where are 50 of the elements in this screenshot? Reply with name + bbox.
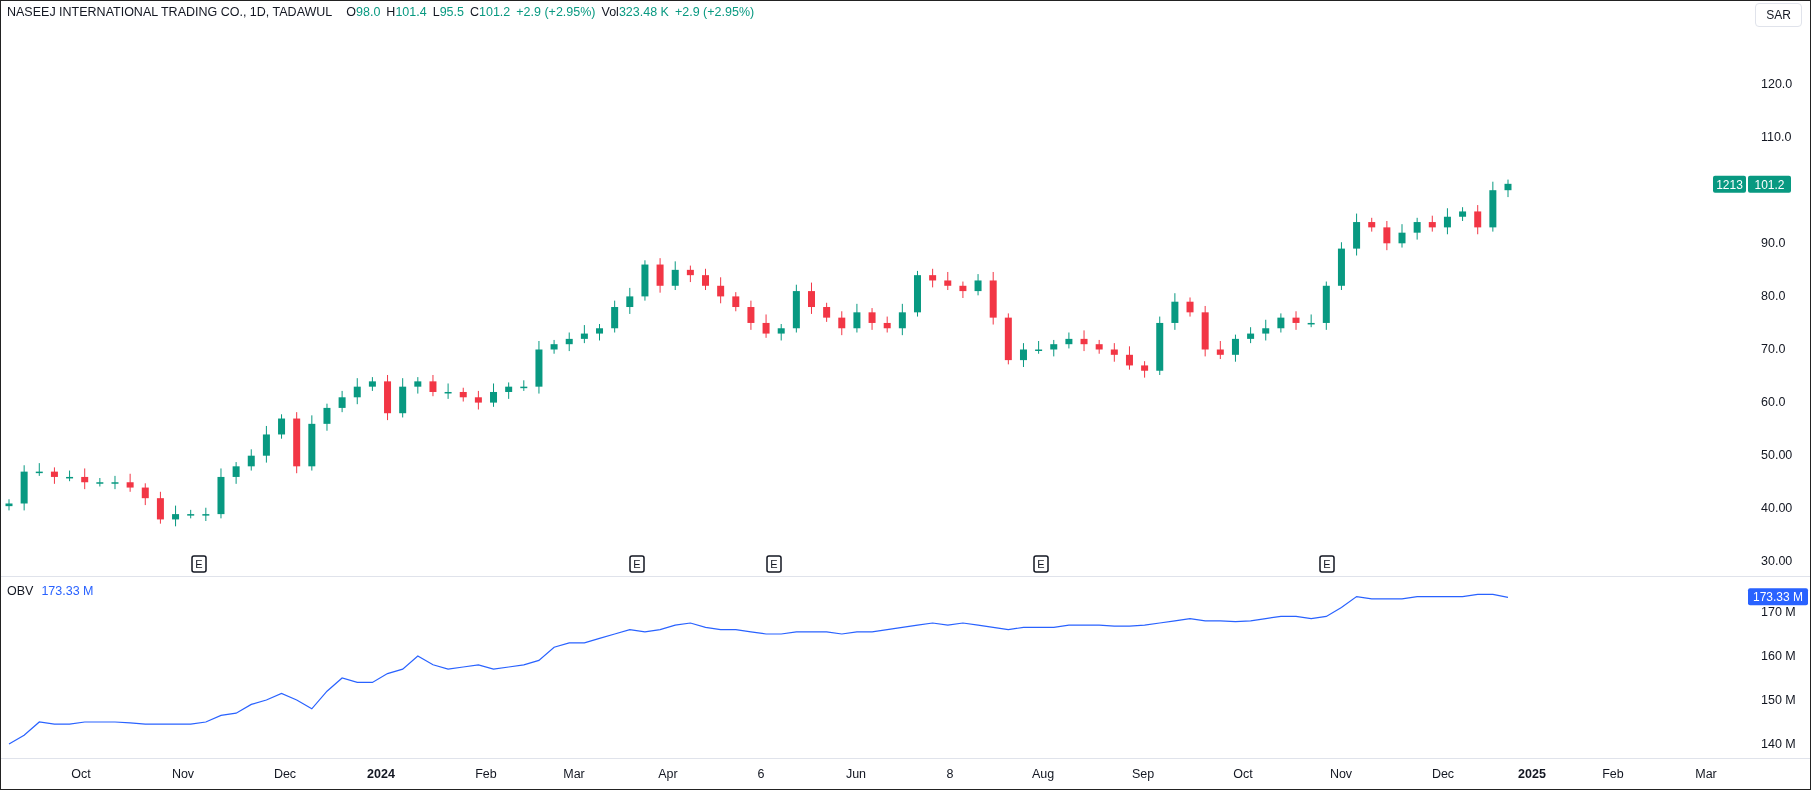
axis-label: 60.0 (1761, 395, 1786, 409)
earnings-marker[interactable]: E (629, 555, 645, 573)
time-label: Apr (658, 767, 678, 781)
time-label: Dec (1431, 767, 1455, 781)
time-label: Feb (475, 767, 497, 781)
time-label: Mar (1695, 767, 1717, 781)
price-change: +2.9 (+2.95%) (516, 5, 596, 19)
ohlc-value: H101.4 (386, 5, 427, 19)
time-label: 2024 (367, 767, 395, 781)
indicator-name: OBV (7, 584, 34, 598)
earnings-marker[interactable]: E (1033, 555, 1049, 573)
time-label: Dec (273, 767, 297, 781)
time-label: Sep (1131, 767, 1155, 781)
time-label: Oct (1233, 767, 1253, 781)
axis-label: 80.0 (1761, 289, 1786, 303)
axis-label: 120.0 (1761, 77, 1793, 91)
earnings-marker[interactable]: E (766, 555, 782, 573)
axis-label: 50.00 (1761, 448, 1793, 462)
axis-label: 170 M (1761, 605, 1796, 619)
time-label: Oct (71, 767, 91, 781)
axis-label: 90.0 (1761, 236, 1786, 250)
last-price-tag: 101.2 (1748, 175, 1791, 193)
time-label: 6 (757, 767, 765, 781)
axis-label: 150 M (1761, 693, 1796, 707)
time-label: Jun (845, 767, 867, 781)
axis-label: 110.0 (1761, 130, 1792, 144)
axis-label: 160 M (1761, 649, 1796, 663)
time-label: Nov (171, 767, 195, 781)
earnings-marker[interactable]: E (1319, 555, 1335, 573)
ohlc-value: L95.5 (432, 5, 464, 19)
axis-label: 40.00 (1761, 501, 1793, 515)
obv-value-tag: 173.33 M (1748, 588, 1808, 606)
time-label: Nov (1329, 767, 1353, 781)
time-label: Mar (563, 767, 585, 781)
countdown-tag: 1213 (1713, 175, 1746, 193)
time-label: 2025 (1518, 767, 1546, 781)
currency-button[interactable]: SAR (1755, 3, 1802, 27)
ohlc-value: C101.2 (469, 5, 511, 19)
indicator-value: 173.33 M (41, 584, 94, 598)
axis-label: 70.0 (1761, 342, 1786, 356)
axis-label: 140 M (1761, 737, 1796, 751)
axis-label: 30.00 (1761, 554, 1793, 568)
earnings-marker[interactable]: E (191, 555, 207, 573)
time-label: Aug (1031, 767, 1055, 781)
time-label: Feb (1602, 767, 1624, 781)
volume-change: +2.9 (+2.95%) (674, 5, 755, 19)
volume-value: Vol323.48 K (601, 5, 669, 19)
ohlc-value: O98.0 (346, 5, 381, 19)
symbol-title: NASEEJ INTERNATIONAL TRADING CO., 1D, TADAWUL (7, 5, 333, 19)
time-label: 8 (946, 767, 954, 781)
